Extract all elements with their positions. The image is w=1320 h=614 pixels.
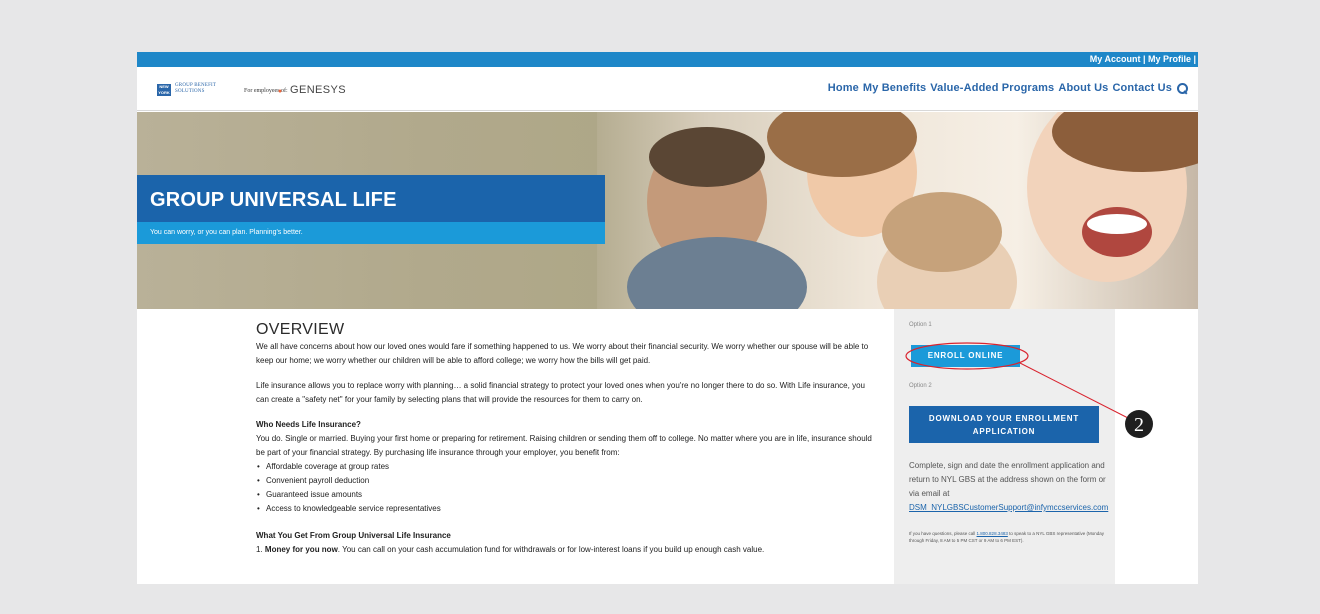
list-item: Convenient payroll deduction — [256, 474, 876, 488]
option-1-label: Option 1 — [909, 322, 932, 328]
money-for-you-item: 1. Money for you now. You can call on yo… — [256, 543, 876, 557]
phone-link[interactable]: 1.800.828.3483 — [977, 531, 1008, 536]
benefits-list: Affordable coverage at group rates Conve… — [256, 460, 876, 516]
what-you-get-heading: What You Get From Group Universal Life I… — [256, 531, 451, 540]
contact-note-prefix: If you have questions, please call — [909, 531, 977, 536]
site-header: NEW YORK LIFE GROUP BENEFIT SOLUTIONS For … — [137, 67, 1198, 111]
money-number: 1. — [256, 545, 265, 554]
browser-page: My Account | My Profile | NEW YORK LIFE GR… — [137, 52, 1198, 584]
main-nav: Home My Benefits Value-Added Programs Ab… — [828, 82, 1188, 94]
option-2-label: Option 2 — [909, 383, 932, 389]
hero-banner: GROUP UNIVERSAL LIFE You can worry, or y… — [137, 112, 1198, 309]
nav-home[interactable]: Home — [828, 82, 859, 94]
search-icon[interactable] — [1177, 82, 1188, 94]
download-label-1: DOWNLOAD YOUR ENROLLMENT — [928, 414, 1080, 423]
overview-paragraph-1: We all have concerns about how our loved… — [256, 342, 869, 365]
enroll-online-button[interactable]: ENROLL ONLINE — [911, 345, 1020, 367]
overview-title: OVERVIEW — [256, 321, 345, 338]
money-bold: Money for you now — [264, 545, 338, 554]
utility-bar: My Account | My Profile | — [137, 52, 1198, 67]
overview-paragraph-2: Life insurance allows you to replace wor… — [256, 381, 865, 404]
new-york-life-logo[interactable]: NEW YORK LIFE — [157, 84, 171, 101]
nav-my-benefits[interactable]: My Benefits — [863, 82, 926, 94]
support-email-link[interactable]: DSM_NYLGBSCustomerSupport@infymccservice… — [909, 503, 1108, 512]
enrollment-instructions: Complete, sign and date the enrollment a… — [909, 459, 1109, 515]
nav-value-added-programs[interactable]: Value-Added Programs — [930, 82, 1054, 94]
gbs-logo-text: GROUP BENEFIT SOLUTIONS — [175, 83, 216, 95]
list-item: Guaranteed issue amounts — [256, 488, 876, 502]
who-needs-text: You do. Single or married. Buying your f… — [256, 434, 872, 457]
account-profile-links[interactable]: My Account | My Profile | — [1090, 54, 1196, 64]
enrollment-sidebar: Option 1 ENROLL ONLINE Option 2 DOWNLOAD… — [894, 309, 1115, 584]
gbs-line-1: GROUP BENEFIT — [175, 83, 217, 88]
hero-subtitle: You can worry, or you can plan. Planning… — [137, 222, 605, 244]
hero-title: GROUP UNIVERSAL LIFE — [137, 175, 605, 222]
gbs-line-2: SOLUTIONS — [175, 89, 205, 94]
family-photo — [597, 112, 1198, 309]
contact-note: If you have questions, please call 1.800… — [909, 530, 1105, 544]
who-needs-heading: Who Needs Life Insurance? — [256, 420, 361, 429]
list-item: Affordable coverage at group rates — [256, 460, 876, 474]
download-label-2: APPLICATION — [972, 427, 1036, 436]
money-text: . You can call on your cash accumulation… — [337, 545, 765, 554]
instructions-text: Complete, sign and date the enrollment a… — [909, 461, 1106, 498]
download-enrollment-button[interactable]: DOWNLOAD YOUR ENROLLMENT APPLICATION — [909, 406, 1099, 443]
genesys-logo-icon: 🞄 — [278, 83, 282, 97]
genesys-logo-text: GENESYS — [290, 84, 346, 96]
nav-contact-us[interactable]: Contact Us — [1112, 82, 1172, 94]
nav-about-us[interactable]: About Us — [1058, 82, 1108, 94]
list-item: Access to knowledgeable service represen… — [256, 502, 876, 516]
overview-section: OVERVIEW We all have concerns about how … — [256, 309, 876, 557]
